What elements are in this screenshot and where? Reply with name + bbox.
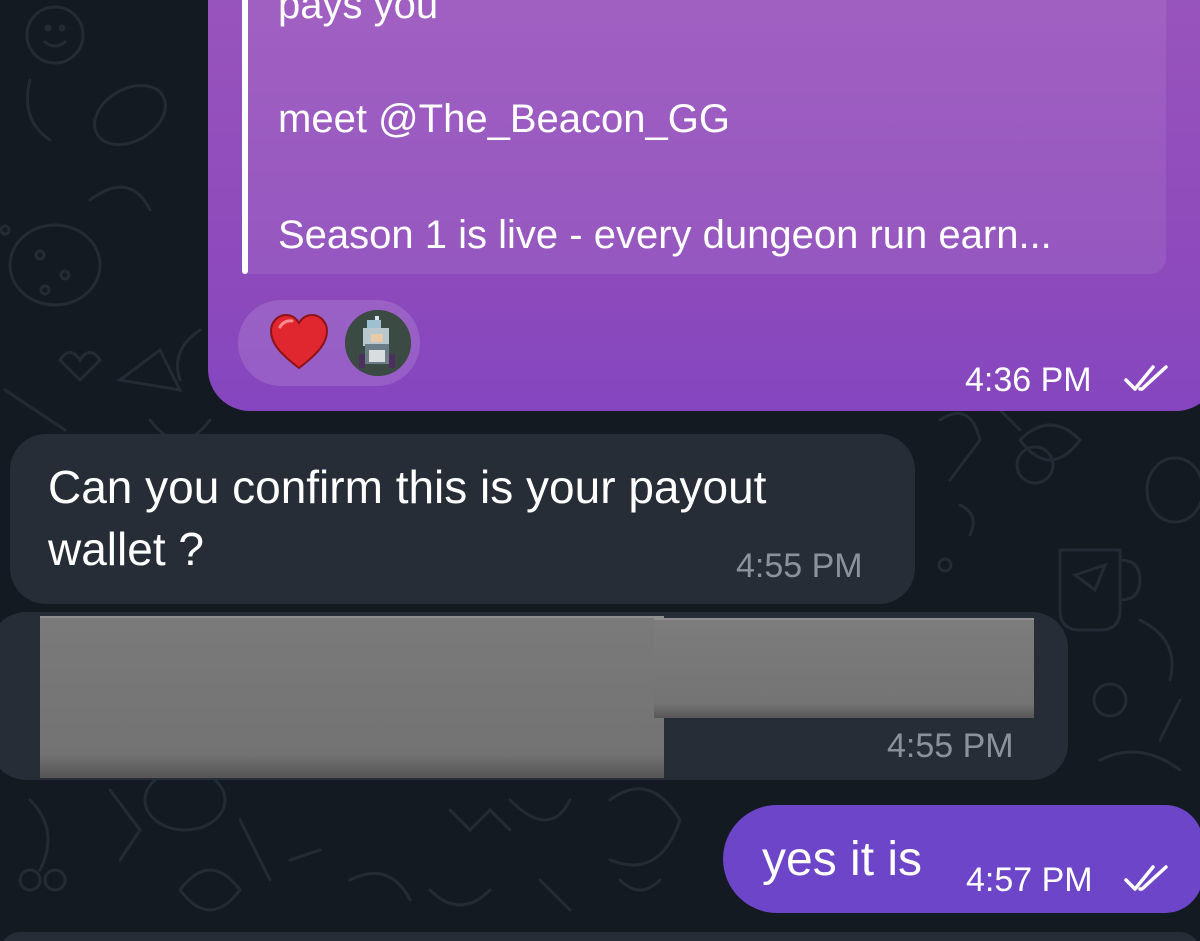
quote-line-3: Season 1 is live - every dungeon run ear… [278,213,1052,257]
quote-line-2: meet @The_Beacon_GG [278,97,730,141]
heart-icon[interactable] [268,312,330,374]
quote-bar [242,0,248,274]
reply-text: yes it is [762,833,923,886]
redacted-block [654,618,1034,718]
message-text-line-2: wallet ? [48,523,204,575]
chat-window: pays you meet @The_Beacon_GG Season 1 is… [0,0,1200,941]
redacted-block [40,616,664,778]
message-time: 4:57 PM [966,861,1093,899]
quote-line-1: pays you [278,0,439,27]
double-check-icon [1124,365,1168,391]
next-message-edge [0,932,1200,941]
message-time: 4:55 PM [887,727,1014,765]
character-avatar-icon [345,310,411,376]
message-time: 4:55 PM [736,547,863,585]
message-text-line-1: Can you confirm this is your payout [48,461,767,513]
reaction-avatar[interactable] [345,310,411,376]
double-check-icon [1124,865,1168,891]
message-time: 4:36 PM [965,361,1092,399]
